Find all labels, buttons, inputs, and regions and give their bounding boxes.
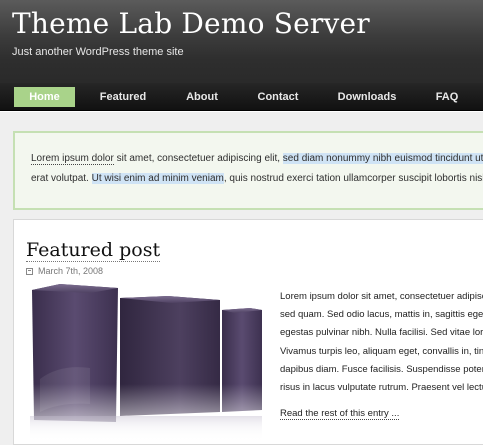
featured-post: Featured post March 7th, 2008 Lorem ipsu…	[13, 219, 483, 445]
post-body-line: Lorem ipsum dolor sit amet, consectetuer…	[280, 291, 483, 302]
post-body-line: risus in lacus vulputate rutrum. Praesen…	[280, 382, 483, 393]
read-more-link[interactable]: Read the rest of this entry ...	[280, 408, 400, 420]
site-tagline: Just another WordPress theme site	[12, 46, 184, 58]
nav-item-home[interactable]: Home	[14, 87, 75, 107]
notice-text: , quis nostrud exerci tation ullamcorper…	[223, 173, 483, 184]
notice-text: sit amet, consectetuer adipiscing elit,	[113, 153, 283, 164]
notice-highlight: Ut wisi enim ad minim veniam	[91, 173, 224, 184]
calendar-icon	[26, 268, 33, 275]
nav-item-downloads[interactable]: Downloads	[326, 87, 408, 107]
post-date: March 7th, 2008	[26, 266, 103, 276]
nav-item-contact[interactable]: Contact	[248, 87, 308, 107]
post-body-line: sed quam. Sed odio lacus, mattis in, sag…	[280, 309, 483, 320]
notice-line-2: erat volutpat. Ut wisi enim ad minim ven…	[31, 173, 483, 184]
nav-item-featured[interactable]: Featured	[88, 87, 158, 107]
post-date-text: March 7th, 2008	[38, 266, 104, 276]
post-body-line: egestas pulvinar nibh. Nulla facilisi. S…	[280, 327, 483, 338]
main-nav: Home Featured About Contact Downloads FA…	[0, 83, 483, 111]
notice-link[interactable]: Lorem ipsum dolor	[31, 153, 114, 165]
notice-highlight: sed diam nonummy nibh euismod tincidunt …	[282, 153, 483, 164]
site-header: Theme Lab Demo Server Just another WordP…	[0, 0, 483, 83]
nav-item-about[interactable]: About	[176, 87, 228, 107]
notice-text: erat volutpat.	[31, 173, 92, 184]
notice-line-1: Lorem ipsum dolor sit amet, consectetuer…	[31, 153, 483, 165]
post-body-line: dapibus diam. Fusce facilisis. Suspendis…	[280, 364, 483, 375]
post-title[interactable]: Featured post	[26, 239, 161, 262]
post-body-line: Vivamus turpis leo, aliquam eget, conval…	[280, 346, 483, 357]
intro-notice-box: Lorem ipsum dolor sit amet, consectetuer…	[13, 131, 483, 210]
product-boxes-image	[30, 284, 262, 444]
nav-item-faq[interactable]: FAQ	[426, 87, 468, 107]
site-title[interactable]: Theme Lab Demo Server	[12, 7, 370, 40]
